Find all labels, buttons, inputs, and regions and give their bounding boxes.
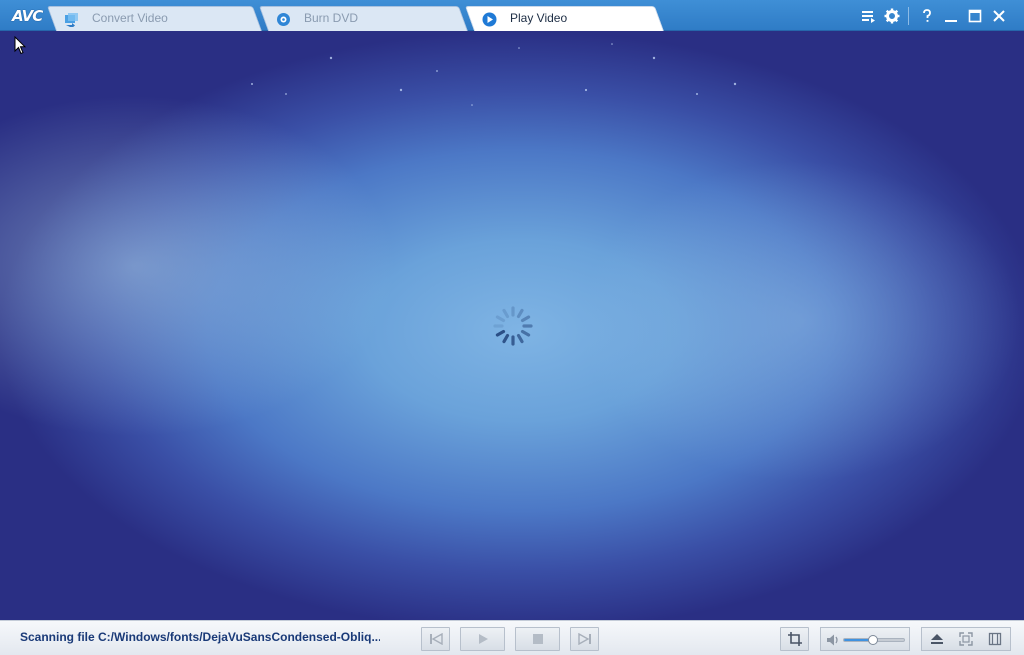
maximize-icon <box>968 9 982 23</box>
play-button[interactable] <box>460 627 505 651</box>
close-icon <box>993 10 1005 22</box>
status-text: Scanning file C:/Windows/fonts/DejaVuSan… <box>20 630 380 644</box>
snapshot-button[interactable] <box>981 628 1010 650</box>
crop-button[interactable] <box>780 627 809 651</box>
previous-button[interactable] <box>421 627 450 651</box>
disc-icon <box>276 11 291 26</box>
volume-control <box>820 627 910 651</box>
tab-burn-dvd[interactable]: Burn DVD <box>268 6 468 31</box>
title-bar: AVC Convert Video Burn DVD Play Video <box>0 0 1024 31</box>
speaker-icon[interactable] <box>825 632 841 648</box>
minimize-button[interactable] <box>940 6 962 26</box>
video-stage[interactable] <box>0 31 1024 620</box>
playlist-icon <box>862 11 875 23</box>
app-logo: AVC <box>12 7 43 25</box>
play-icon <box>478 634 488 644</box>
tab-label: Convert Video <box>92 11 168 25</box>
play-circle-icon <box>482 11 497 27</box>
mouse-cursor-icon <box>14 36 26 55</box>
stop-button[interactable] <box>515 627 560 651</box>
crop-icon <box>787 632 802 646</box>
playlist-button[interactable] <box>857 6 879 26</box>
view-buttons <box>921 627 1011 651</box>
fullscreen-icon <box>959 632 973 646</box>
fullscreen-button[interactable] <box>951 628 980 650</box>
eject-button[interactable] <box>922 628 951 650</box>
skip-next-icon <box>577 633 591 645</box>
volume-slider[interactable] <box>843 635 905 645</box>
film-strip-icon <box>989 632 1002 646</box>
convert-video-icon <box>64 11 79 28</box>
settings-button[interactable] <box>881 6 903 26</box>
window-controls <box>855 6 1010 26</box>
separator <box>908 7 909 25</box>
help-button[interactable] <box>916 6 938 26</box>
eject-icon <box>930 634 943 644</box>
stop-icon <box>532 634 543 644</box>
close-button[interactable] <box>988 6 1010 26</box>
control-bar: Scanning file C:/Windows/fonts/DejaVuSan… <box>0 620 1024 655</box>
tab-convert-video[interactable]: Convert Video <box>56 6 262 31</box>
tab-label: Burn DVD <box>304 11 359 25</box>
loading-spinner-icon <box>493 306 533 346</box>
tab-play-video[interactable]: Play Video <box>474 6 664 31</box>
help-icon <box>923 9 931 22</box>
skip-previous-icon <box>429 633 443 645</box>
next-button[interactable] <box>570 627 599 651</box>
minimize-icon <box>945 20 957 22</box>
volume-knob[interactable] <box>867 635 878 645</box>
gear-icon <box>884 8 900 24</box>
maximize-button[interactable] <box>964 6 986 26</box>
tab-label: Play Video <box>510 11 568 25</box>
